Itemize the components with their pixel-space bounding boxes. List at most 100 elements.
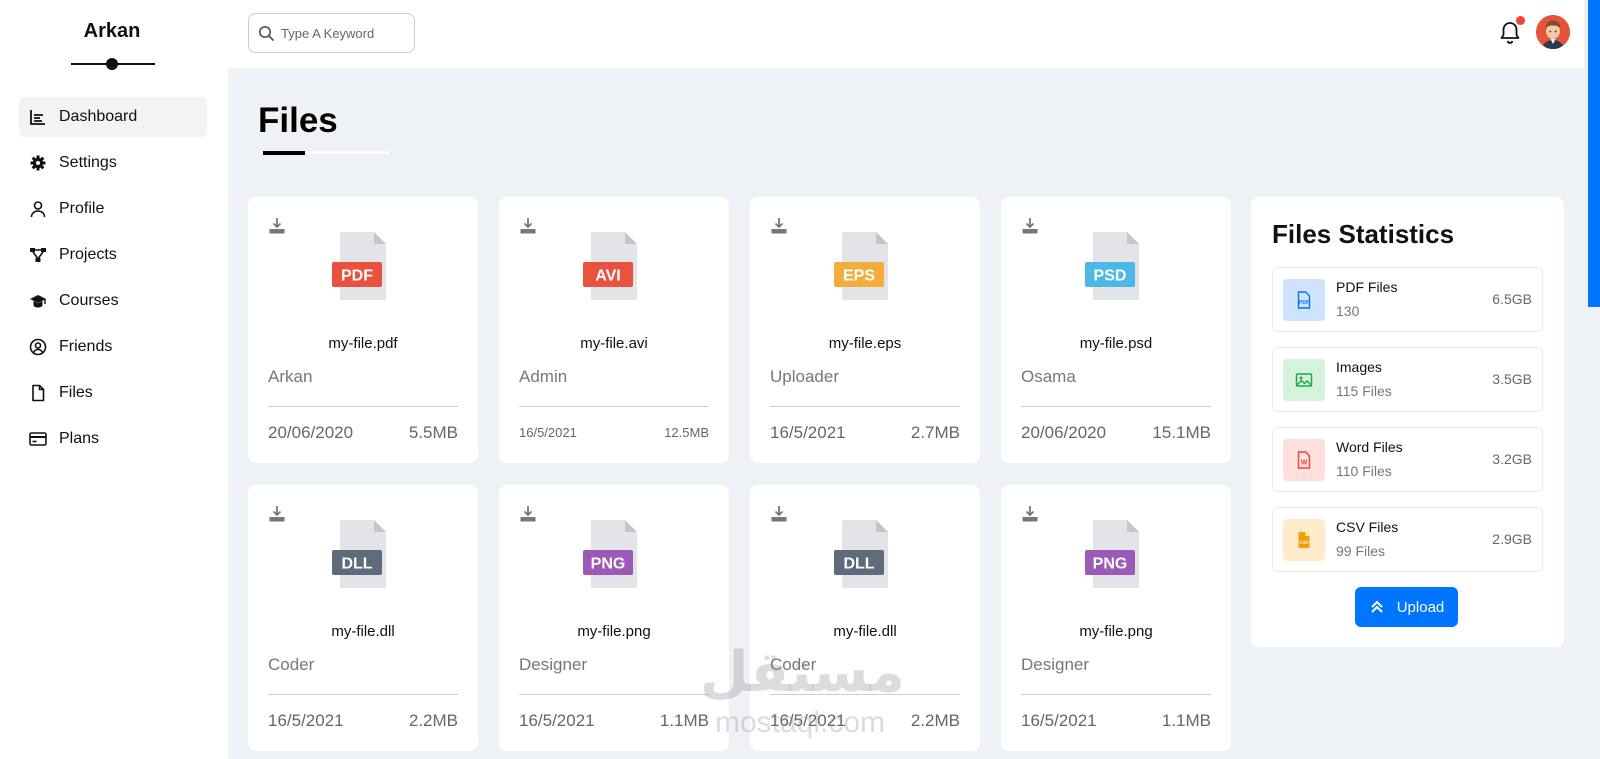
svg-text:W: W xyxy=(1301,460,1308,467)
file-name: my-file.png xyxy=(1079,623,1153,640)
search-box[interactable] xyxy=(248,13,415,53)
upload-button-label: Upload xyxy=(1396,598,1445,616)
sidebar-item-label: Profile xyxy=(59,200,105,217)
download-icon[interactable] xyxy=(770,217,788,235)
sidebar-item-plans[interactable]: Plans xyxy=(19,419,207,459)
sidebar: Arkan Dashboard Settings Profile Project… xyxy=(0,0,228,759)
diagram-icon xyxy=(30,248,46,262)
file-date: 16/5/2021 xyxy=(770,423,846,442)
sidebar-item-courses[interactable]: Courses xyxy=(19,281,207,321)
file-type-icon: PDF xyxy=(332,232,386,300)
file-type-icon: DLL xyxy=(834,520,888,588)
file-size: 2.2MB xyxy=(408,711,458,730)
word-file-icon: W xyxy=(1297,451,1311,469)
stat-icon-box: CSV xyxy=(1283,519,1325,561)
graduation-cap-icon xyxy=(30,295,46,308)
download-icon[interactable] xyxy=(519,217,537,235)
file-owner: Admin xyxy=(519,367,568,386)
download-icon[interactable] xyxy=(770,505,788,523)
file-card[interactable]: PNG my-file.png Designer 16/5/2021 1.1MB xyxy=(1001,485,1231,751)
avatar-image xyxy=(1536,15,1570,49)
sidebar-item-profile[interactable]: Profile xyxy=(19,189,207,229)
watermark-latin: mostaql.com xyxy=(714,706,886,739)
file-type-icon: EPS xyxy=(834,232,888,300)
file-size: 12.5MB xyxy=(664,425,709,440)
file-owner: Designer xyxy=(519,655,588,674)
watermark: مستقل mostaql.com xyxy=(700,640,905,750)
file-type-label: EPS xyxy=(843,268,875,285)
download-icon[interactable] xyxy=(519,505,537,523)
avatar[interactable] xyxy=(1536,15,1570,49)
download-icon[interactable] xyxy=(1021,505,1039,523)
divider xyxy=(519,694,709,695)
divider xyxy=(770,406,960,407)
gear-icon xyxy=(30,155,46,171)
file-name: my-file.png xyxy=(577,623,651,640)
file-owner: Coder xyxy=(268,655,315,674)
file-size: 15.1MB xyxy=(1152,423,1211,442)
file-type-icon: AVI xyxy=(583,232,637,300)
download-icon[interactable] xyxy=(1021,217,1039,235)
sidebar-item-projects[interactable]: Projects xyxy=(19,235,207,275)
stat-item-word[interactable]: W Word Files 110 Files 3.2GB xyxy=(1272,427,1543,492)
stat-name: PDF Files xyxy=(1336,279,1398,295)
page-scrollbar-thumb[interactable] xyxy=(1588,0,1600,307)
file-owner: Designer xyxy=(1021,655,1090,674)
file-type-label: AVI xyxy=(595,268,620,285)
file-type-label: PNG xyxy=(1093,556,1128,573)
svg-text:CSV: CSV xyxy=(1299,540,1308,545)
sidebar-item-label: Friends xyxy=(59,338,113,355)
sidebar-nav: Dashboard Settings Profile Projects Cour… xyxy=(19,97,207,465)
file-card[interactable]: PSD my-file.psd Osama 20/06/2020 15.1MB xyxy=(1001,197,1231,463)
stat-count: 130 xyxy=(1336,303,1360,319)
file-card[interactable]: PDF my-file.pdf Arkan 20/06/2020 5.5MB xyxy=(248,197,478,463)
sidebar-item-label: Projects xyxy=(59,246,117,263)
stat-count: 115 Files xyxy=(1336,383,1392,399)
download-icon[interactable] xyxy=(268,217,286,235)
file-type-icon: PNG xyxy=(583,520,637,588)
file-type-label: DLL xyxy=(341,556,372,573)
stat-item-pdf[interactable]: PDF PDF Files 130 6.5GB xyxy=(1272,267,1543,332)
file-date: 16/5/2021 xyxy=(519,711,595,730)
search-input[interactable] xyxy=(281,25,401,41)
sidebar-item-label: Settings xyxy=(59,154,117,171)
divider xyxy=(1021,406,1211,407)
file-owner: Arkan xyxy=(268,367,313,386)
file-type-label: PDF xyxy=(341,268,373,285)
stat-name: Word Files xyxy=(1336,439,1403,455)
file-name: my-file.eps xyxy=(828,335,902,352)
double-chevron-up-icon xyxy=(1371,600,1383,613)
sidebar-item-dashboard[interactable]: Dashboard xyxy=(19,97,207,137)
sidebar-item-settings[interactable]: Settings xyxy=(19,143,207,183)
watermark-arabic: مستقل xyxy=(700,640,905,705)
file-name: my-file.dll xyxy=(331,623,395,640)
sidebar-item-label: Dashboard xyxy=(59,108,138,125)
divider xyxy=(519,406,709,407)
file-card[interactable]: PNG my-file.png Designer 16/5/2021 1.1MB xyxy=(499,485,729,751)
user-circle-icon xyxy=(29,338,47,356)
file-type-icon: DLL xyxy=(332,520,386,588)
file-card[interactable]: AVI my-file.avi Admin 16/5/2021 12.5MB xyxy=(499,197,729,463)
download-icon[interactable] xyxy=(268,505,286,523)
upload-button[interactable]: Upload xyxy=(1355,587,1458,627)
sidebar-item-files[interactable]: Files xyxy=(19,373,207,413)
divider xyxy=(268,694,458,695)
sidebar-item-friends[interactable]: Friends xyxy=(19,327,207,367)
stat-item-images[interactable]: Images 115 Files 3.5GB xyxy=(1272,347,1543,412)
stat-size: 3.2GB xyxy=(1492,451,1532,467)
svg-text:PDF: PDF xyxy=(1299,300,1309,306)
file-owner: Osama xyxy=(1021,367,1076,386)
notification-badge xyxy=(1516,16,1525,25)
divider xyxy=(268,406,458,407)
file-type-label: PSD xyxy=(1094,268,1127,285)
sidebar-item-label: Files xyxy=(59,384,93,401)
files-statistics-panel: Files Statistics PDF PDF Files 130 6.5GB… xyxy=(1251,197,1564,647)
file-card[interactable]: EPS my-file.eps Uploader 16/5/2021 2.7MB xyxy=(750,197,980,463)
chart-icon xyxy=(30,110,45,125)
stat-name: CSV Files xyxy=(1336,519,1399,535)
stat-item-csv[interactable]: CSV CSV Files 99 Files 2.9GB xyxy=(1272,507,1543,572)
file-size: 2.2MB xyxy=(910,711,960,730)
file-card[interactable]: DLL my-file.dll Coder 16/5/2021 2.2MB xyxy=(248,485,478,751)
top-bar xyxy=(228,0,1584,68)
file-icon xyxy=(32,384,45,402)
